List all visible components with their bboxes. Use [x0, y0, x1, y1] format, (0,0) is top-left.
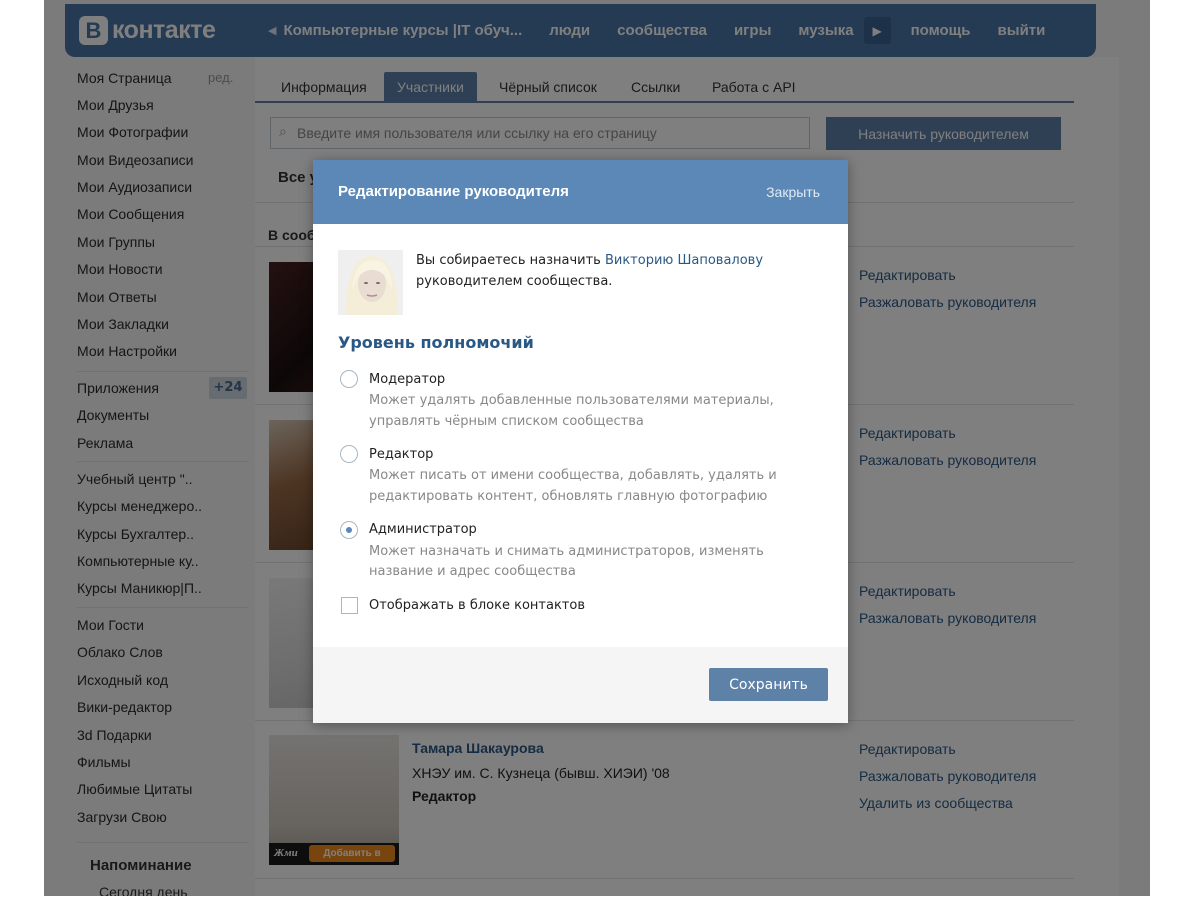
administrator-radio[interactable]: [340, 521, 358, 539]
editor-desc-line1: Может писать от имени сообщества, добавл…: [369, 468, 777, 483]
user-link[interactable]: Викторию Шаповалову: [605, 253, 763, 268]
editor-label[interactable]: Редактор: [369, 447, 433, 462]
assign-text: Вы собираетесь назначить Викторию Шапова…: [416, 253, 763, 268]
save-button[interactable]: Сохранить: [709, 668, 828, 701]
dialog-header: Редактирование руководителя Закрыть: [313, 160, 848, 224]
editor-radio[interactable]: [340, 445, 358, 463]
dialog-footer: Сохранить: [313, 647, 848, 723]
screenshot-frame: В контакте ◀ Компьютерные курсы |IT обуч…: [0, 0, 1200, 900]
assign-text-prefix: Вы собираетесь назначить: [416, 253, 605, 268]
user-photo-icon: [338, 250, 403, 315]
administrator-desc-line1: Может назначать и снимать администраторо…: [369, 544, 764, 559]
close-link[interactable]: Закрыть: [766, 184, 820, 200]
edit-manager-dialog: Редактирование руководителя Закрыть Вы с…: [313, 160, 848, 723]
administrator-desc-line2: название и адрес сообщества: [369, 564, 576, 579]
avatar[interactable]: [338, 250, 403, 315]
moderator-radio[interactable]: [340, 370, 358, 388]
moderator-desc-line1: Может удалять добавленные пользователями…: [369, 393, 774, 408]
dialog-title: Редактирование руководителя: [338, 183, 569, 200]
assign-text-line2: руководителем сообщества.: [416, 274, 613, 289]
editor-desc-line2: редактировать контент, обновлять главную…: [369, 489, 768, 504]
permission-level-title: Уровень полномочий: [338, 333, 534, 352]
administrator-label[interactable]: Администратор: [369, 522, 477, 537]
moderator-desc-line2: управлять чёрным списком сообщества: [369, 414, 644, 429]
moderator-label[interactable]: Модератор: [369, 372, 445, 387]
show-in-contacts-label[interactable]: Отображать в блоке контактов: [369, 598, 585, 613]
show-in-contacts-checkbox[interactable]: [341, 597, 358, 614]
